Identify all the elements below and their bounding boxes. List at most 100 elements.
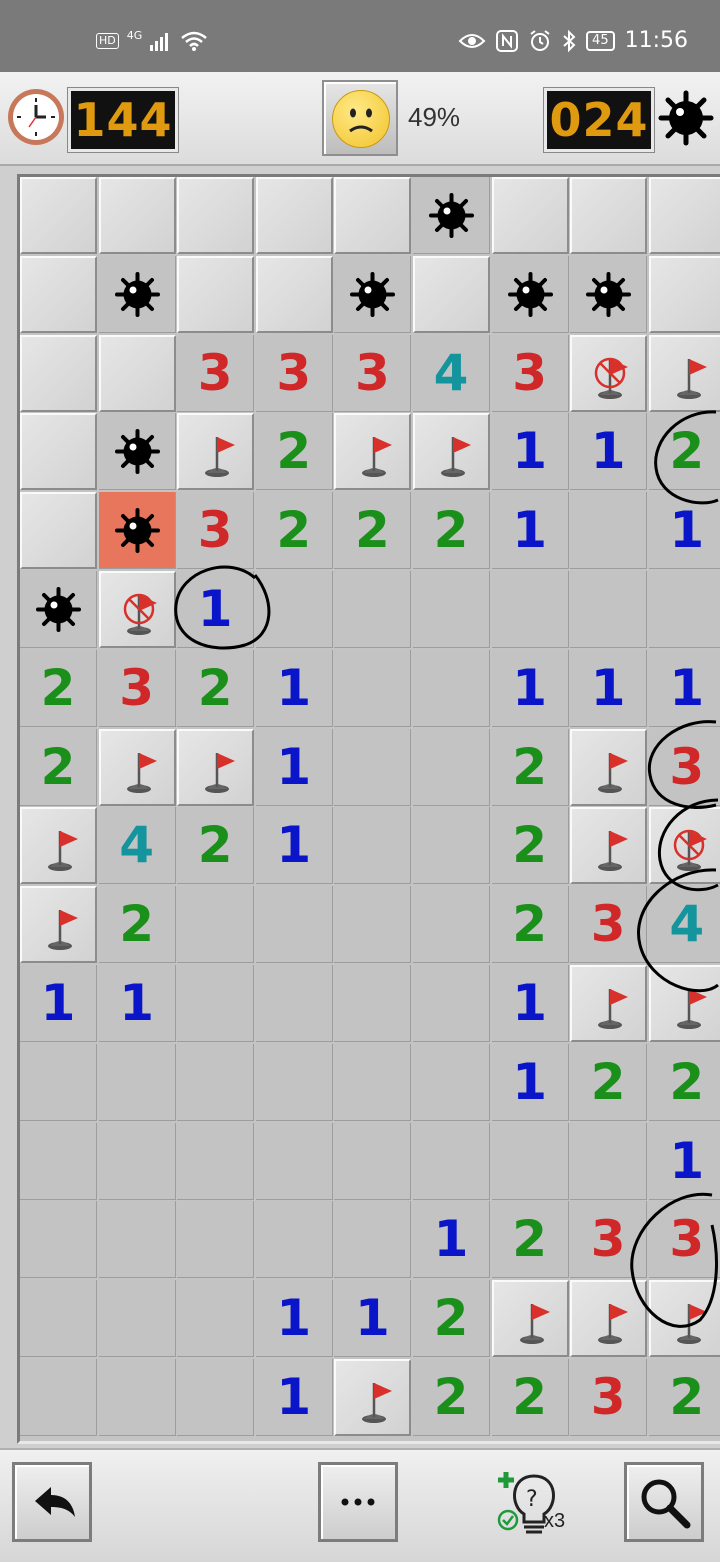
number-cell[interactable]: 2 [177, 807, 255, 885]
unopened-cell[interactable] [491, 177, 569, 254]
number-cell[interactable]: 1 [255, 1359, 333, 1436]
unopened-cell[interactable] [20, 177, 97, 254]
number-cell[interactable]: 3 [334, 334, 412, 412]
number-cell[interactable]: 2 [491, 886, 569, 964]
flagged-cell[interactable] [491, 1280, 569, 1358]
number-cell[interactable]: 1 [255, 728, 333, 806]
number-cell[interactable]: 1 [413, 1201, 490, 1279]
number-cell[interactable]: 1 [648, 649, 720, 727]
number-cell[interactable]: 4 [413, 334, 490, 412]
flagged-cell[interactable] [98, 728, 176, 806]
cell-number: 1 [512, 658, 547, 717]
number-cell[interactable]: 2 [648, 1359, 720, 1436]
hint-button[interactable]: ? x3 [496, 1470, 576, 1550]
number-cell[interactable]: 3 [98, 649, 176, 727]
number-cell[interactable]: 1 [255, 649, 333, 727]
number-cell[interactable]: 1 [491, 965, 569, 1042]
magnifier-icon [641, 1479, 691, 1529]
number-cell[interactable]: 3 [648, 1201, 720, 1279]
number-cell[interactable]: 1 [491, 1043, 569, 1121]
flagged-cell[interactable] [177, 728, 255, 806]
flagged-cell[interactable] [20, 807, 97, 885]
unopened-cell[interactable] [255, 177, 333, 254]
number-cell[interactable]: 3 [177, 334, 255, 412]
number-cell[interactable]: 3 [177, 492, 255, 570]
cell-number: 1 [276, 737, 312, 796]
number-cell[interactable]: 2 [648, 1043, 720, 1121]
number-cell[interactable]: 2 [20, 649, 97, 727]
number-cell[interactable]: 3 [491, 334, 569, 412]
number-cell[interactable]: 2 [491, 1359, 569, 1436]
cell-number: 2 [119, 895, 154, 954]
flagged-cell[interactable] [334, 413, 412, 491]
number-cell[interactable]: 1 [334, 1280, 412, 1358]
number-cell[interactable]: 3 [570, 1201, 648, 1279]
flagged-cell[interactable] [570, 1280, 648, 1358]
number-cell[interactable]: 1 [570, 413, 648, 491]
flagged-cell[interactable] [570, 965, 648, 1042]
number-cell[interactable]: 2 [570, 1043, 648, 1121]
flagged-cell[interactable] [570, 728, 648, 806]
unopened-cell[interactable] [648, 255, 720, 333]
number-cell[interactable]: 4 [98, 807, 176, 885]
number-cell[interactable]: 1 [570, 649, 648, 727]
number-cell[interactable]: 1 [491, 413, 569, 491]
number-cell[interactable]: 4 [648, 886, 720, 964]
number-cell[interactable]: 1 [648, 492, 720, 570]
number-cell[interactable]: 2 [413, 1359, 490, 1436]
number-cell[interactable]: 2 [98, 886, 176, 964]
flagged-cell[interactable] [648, 1280, 720, 1358]
number-cell[interactable]: 1 [20, 965, 97, 1042]
number-cell[interactable]: 2 [648, 413, 720, 491]
flagged-cell[interactable] [334, 1359, 412, 1436]
number-cell[interactable]: 1 [491, 492, 569, 570]
smiley-button[interactable] [322, 80, 398, 156]
flagged-cell[interactable] [413, 413, 490, 491]
number-cell[interactable]: 2 [413, 1280, 490, 1358]
unopened-cell[interactable] [98, 334, 176, 412]
unopened-cell[interactable] [177, 255, 255, 333]
unopened-cell[interactable] [413, 255, 490, 333]
number-cell[interactable]: 1 [98, 965, 176, 1042]
cell-number: 3 [512, 343, 547, 402]
number-cell[interactable]: 1 [177, 571, 255, 648]
number-cell[interactable]: 1 [648, 1122, 720, 1200]
unopened-cell[interactable] [334, 177, 412, 254]
number-cell[interactable]: 3 [570, 1359, 648, 1436]
empty-cell [98, 1201, 176, 1279]
number-cell[interactable]: 2 [413, 492, 490, 570]
zoom-button[interactable] [624, 1462, 704, 1542]
number-cell[interactable]: 3 [255, 334, 333, 412]
number-cell[interactable]: 2 [491, 1201, 569, 1279]
number-cell[interactable]: 2 [20, 728, 97, 806]
number-cell[interactable]: 2 [334, 492, 412, 570]
flag-icon [598, 831, 629, 872]
unopened-cell[interactable] [20, 413, 97, 491]
flagged-cell[interactable] [177, 413, 255, 491]
undo-button[interactable] [12, 1462, 92, 1542]
unopened-cell[interactable] [177, 177, 255, 254]
more-options-button[interactable] [318, 1462, 398, 1542]
number-cell[interactable]: 2 [491, 807, 569, 885]
unopened-cell[interactable] [20, 334, 97, 412]
unopened-cell[interactable] [570, 177, 648, 254]
number-cell[interactable]: 2 [255, 413, 333, 491]
number-cell[interactable]: 2 [177, 649, 255, 727]
unopened-cell[interactable] [20, 255, 97, 333]
number-cell[interactable]: 2 [255, 492, 333, 570]
number-cell[interactable]: 1 [255, 1280, 333, 1358]
number-cell[interactable]: 3 [570, 886, 648, 964]
unopened-cell[interactable] [20, 492, 97, 570]
unopened-cell[interactable] [98, 177, 176, 254]
flagged-cell[interactable] [648, 334, 720, 412]
flagged-cell[interactable] [648, 965, 720, 1042]
unopened-cell[interactable] [648, 177, 720, 254]
flag-icon [676, 989, 707, 1029]
number-cell[interactable]: 1 [491, 649, 569, 727]
flagged-cell[interactable] [20, 886, 97, 964]
number-cell[interactable]: 1 [255, 807, 333, 885]
flagged-cell[interactable] [570, 807, 648, 885]
number-cell[interactable]: 2 [491, 728, 569, 806]
number-cell[interactable]: 3 [648, 728, 720, 806]
unopened-cell[interactable] [255, 255, 333, 333]
